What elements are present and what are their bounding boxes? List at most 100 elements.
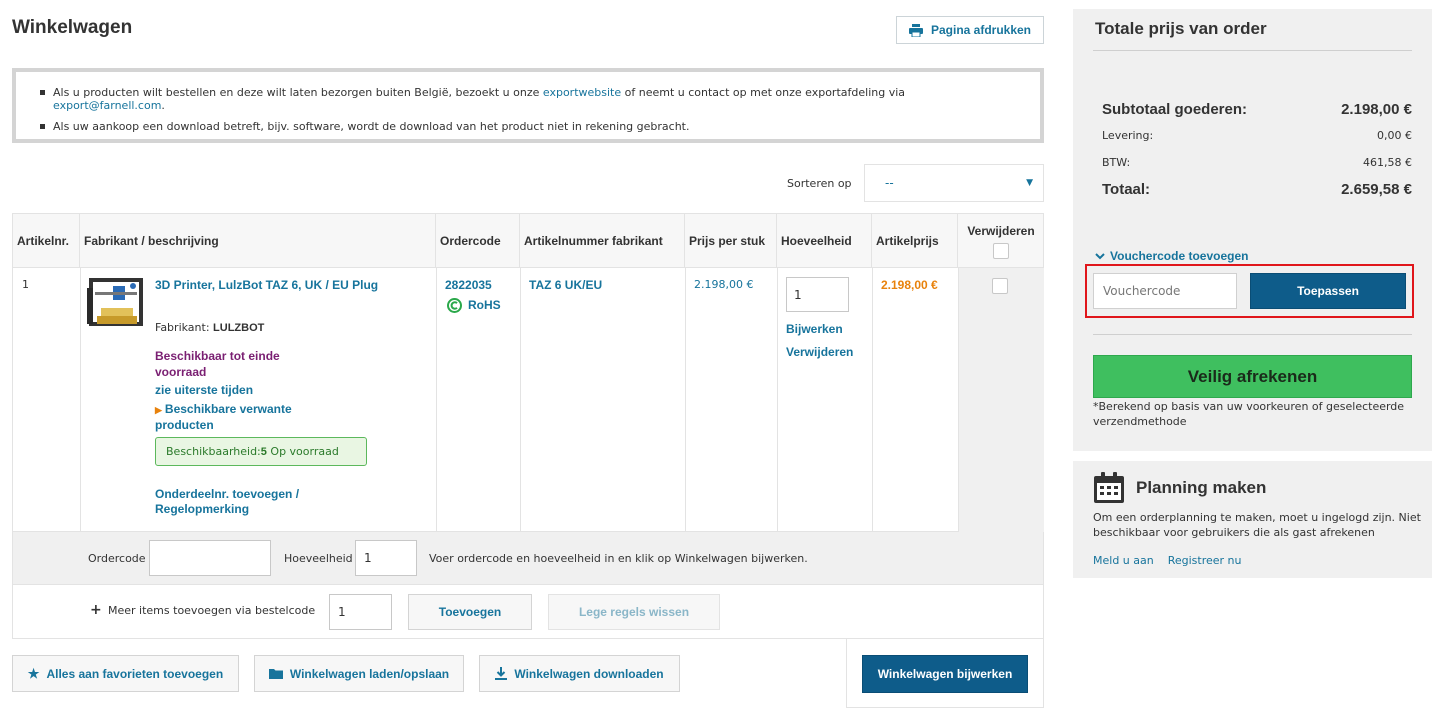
- stock-count: 5: [260, 445, 267, 458]
- row-item-no: 1: [22, 278, 29, 291]
- remove-all-checkbox[interactable]: [993, 242, 1009, 259]
- remove-column: [958, 268, 1044, 532]
- product-name-link[interactable]: 3D Printer, LulzBot TAZ 6, UK / EU Plug: [155, 277, 385, 293]
- chevron-down-icon: [1095, 252, 1105, 259]
- add-items-button[interactable]: Toevoegen: [408, 594, 532, 630]
- export-notice: Als u producten wilt bestellen en deze w…: [12, 68, 1044, 143]
- load-save-cart-button[interactable]: Winkelwagen laden/opslaan: [254, 655, 464, 692]
- order-code-link[interactable]: 2822035: [445, 277, 492, 293]
- divider: [1093, 50, 1412, 51]
- col-header-remove: Verwijderen: [958, 214, 1044, 268]
- vat-label: BTW:: [1102, 156, 1131, 169]
- subtotal-row: Subtotaal goederen: 2.198,00 €: [1102, 99, 1412, 119]
- register-link[interactable]: Registreer nu: [1168, 554, 1242, 567]
- calendar-icon: [1094, 472, 1124, 503]
- unit-price: 2.198,00 €: [694, 278, 754, 291]
- add-all-favorites-button[interactable]: ★ Alles aan favorieten toevoegen: [12, 655, 239, 692]
- manufacturer: Fabrikant: LULZBOT: [155, 321, 265, 334]
- col-header-description: Fabrikant / beschrijving: [80, 214, 436, 268]
- mfr-part-link[interactable]: TAZ 6 UK/EU: [529, 277, 602, 293]
- col-header-item-no: Artikelnr.: [13, 214, 80, 268]
- vat-row: BTW: 461,58 €: [1102, 155, 1412, 170]
- delivery-row: Levering: 0,00 €: [1102, 128, 1412, 143]
- vat-value: 461,58 €: [1363, 156, 1412, 169]
- print-page-button[interactable]: Pagina afdrukken: [896, 16, 1044, 44]
- column-divider: [872, 268, 873, 533]
- total-label: Totaal:: [1102, 180, 1151, 198]
- caret-down-icon: ▼: [1026, 178, 1033, 188]
- quick-ordercode-input[interactable]: [149, 540, 271, 576]
- planning-text: Om een orderplanning te maken, moet u in…: [1093, 511, 1421, 539]
- col-header-unit-price: Prijs per stuk: [685, 214, 777, 268]
- add-part-note-link[interactable]: Onderdeelnr. toevoegen / Regelopmerking: [155, 487, 345, 517]
- voucher-toggle[interactable]: Vouchercode toevoegen: [1095, 249, 1248, 263]
- subtotal-value: 2.198,00 €: [1341, 100, 1412, 118]
- folder-icon: [268, 669, 283, 679]
- delivery-value: 0,00 €: [1377, 129, 1412, 142]
- sort-select[interactable]: -- ▼: [864, 164, 1044, 202]
- column-divider: [958, 268, 959, 533]
- total-value: 2.659,58 €: [1341, 180, 1412, 198]
- column-divider: [520, 268, 521, 533]
- quick-qty-input[interactable]: 1: [355, 540, 417, 576]
- bulk-add-label: Meer items toevoegen via bestelcode: [108, 604, 316, 617]
- product-image[interactable]: [87, 278, 145, 328]
- quick-add-hint: Voer ordercode en hoeveelheid in en klik…: [429, 552, 808, 565]
- printer-icon: [908, 23, 923, 37]
- planning-links: Meld u aan Registreer nu: [1093, 554, 1242, 567]
- sort-select-value: --: [885, 176, 894, 190]
- col-header-mfr-part: Artikelnummer fabrikant: [520, 214, 685, 268]
- shipping-note: *Berekend op basis van uw voorkeuren of …: [1093, 400, 1405, 428]
- quick-qty-label: Hoeveelheid: [284, 552, 353, 565]
- column-divider: [80, 268, 81, 533]
- triangle-right-icon: ▶: [155, 405, 162, 415]
- update-line-link[interactable]: Bijwerken: [786, 321, 843, 337]
- related-products-link[interactable]: ▶ Beschikbare verwante producten: [155, 402, 335, 433]
- sort-label: Sorteren op: [787, 177, 852, 190]
- notice-line-download: Als uw aankoop een download betreft, bij…: [40, 120, 1020, 133]
- line-price: 2.198,00 €: [881, 278, 938, 292]
- delivery-label: Levering:: [1102, 129, 1154, 142]
- rohs-icon: [447, 297, 462, 313]
- apply-voucher-button[interactable]: Toepassen: [1250, 273, 1406, 309]
- voucher-code-input[interactable]: Vouchercode: [1093, 273, 1237, 309]
- page-title: Winkelwagen: [12, 17, 133, 38]
- col-header-order-code: Ordercode: [436, 214, 520, 268]
- clear-empty-lines-button[interactable]: Lege regels wissen: [548, 594, 720, 630]
- download-icon: [495, 667, 508, 680]
- notice-line-export: Als u producten wilt bestellen en deze w…: [40, 86, 1020, 112]
- order-summary-title: Totale prijs van order: [1095, 19, 1267, 38]
- column-divider: [436, 268, 437, 533]
- col-header-line-price: Artikelprijs: [872, 214, 958, 268]
- download-cart-button[interactable]: Winkelwagen downloaden: [479, 655, 680, 692]
- rohs-badge: RoHS: [447, 297, 501, 313]
- cart-table-header: Artikelnr. Fabrikant / beschrijving Orde…: [13, 214, 1043, 268]
- column-divider: [685, 268, 686, 533]
- quick-ordercode-label: Ordercode: [88, 552, 146, 565]
- divider: [1093, 334, 1412, 335]
- remove-line-checkbox[interactable]: [992, 278, 1008, 294]
- col-header-quantity: Hoeveelheid: [777, 214, 872, 268]
- plus-icon: +: [90, 602, 102, 618]
- lead-times-link[interactable]: zie uiterste tijden: [155, 382, 253, 398]
- delete-line-link[interactable]: Verwijderen: [786, 344, 853, 360]
- availability-status: Beschikbaar tot einde voorraad: [155, 349, 280, 379]
- star-icon: ★: [27, 665, 40, 681]
- cart-table: Artikelnr. Fabrikant / beschrijving Orde…: [12, 213, 1044, 533]
- bulk-add-row: + Meer items toevoegen via bestelcode 1 …: [12, 585, 1044, 639]
- col-header-remove-label: Verwijderen: [967, 223, 1035, 238]
- manufacturer-name: LULZBOT: [213, 322, 265, 334]
- login-link[interactable]: Meld u aan: [1093, 554, 1154, 567]
- column-divider: [777, 268, 778, 533]
- planning-title: Planning maken: [1136, 478, 1267, 497]
- stock-badge: Beschikbaarheid: 5 Op voorraad: [155, 437, 367, 466]
- subtotal-label: Subtotaal goederen:: [1102, 100, 1248, 118]
- quantity-input[interactable]: 1: [786, 277, 849, 312]
- update-cart-button[interactable]: Winkelwagen bijwerken: [862, 655, 1028, 693]
- bulk-qty-input[interactable]: 1: [329, 594, 392, 630]
- export-website-link[interactable]: exportwebsite: [543, 86, 621, 99]
- export-email-link[interactable]: export@farnell.com: [53, 99, 161, 112]
- quick-add-row: Ordercode Hoeveelheid 1 Voer ordercode e…: [12, 532, 1044, 585]
- secure-checkout-button[interactable]: Veilig afrekenen: [1093, 355, 1412, 398]
- total-row: Totaal: 2.659,58 €: [1102, 179, 1412, 199]
